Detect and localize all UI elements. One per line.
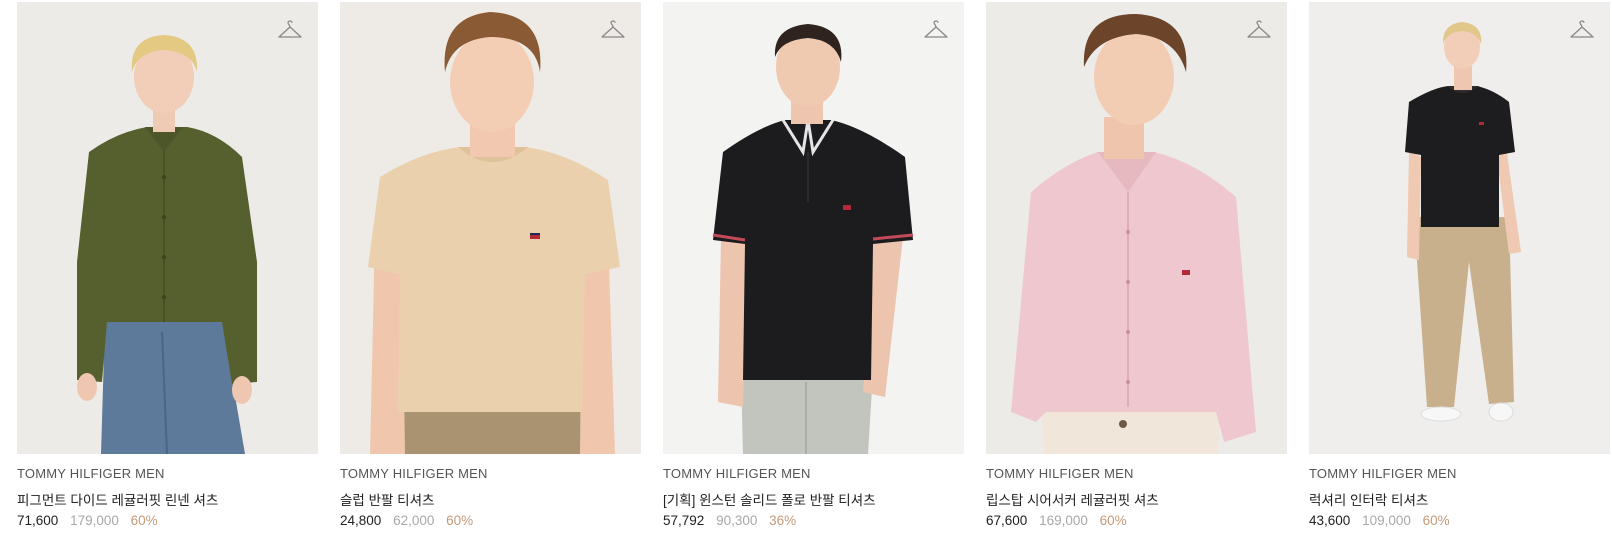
model-illustration <box>712 24 914 454</box>
product-card[interactable]: TOMMY HILFIGER MEN 슬럽 반팔 티셔츠 24,800 62,0… <box>340 0 641 546</box>
product-brand: TOMMY HILFIGER MEN <box>17 466 165 481</box>
product-image[interactable] <box>1309 2 1610 454</box>
price-row: 57,792 90,300 36% <box>663 513 796 528</box>
product-name[interactable]: 립스탑 시어서커 레귤러핏 셔츠 <box>986 489 1159 509</box>
product-name[interactable]: 피그먼트 다이드 레귤러핏 린넨 셔츠 <box>17 489 218 509</box>
product-brand: TOMMY HILFIGER MEN <box>340 466 488 481</box>
price-row: 67,600 169,000 60% <box>986 513 1127 528</box>
hanger-icon[interactable] <box>1569 20 1595 42</box>
sale-price: 71,600 <box>17 513 59 528</box>
price-row: 71,600 179,000 60% <box>17 513 158 528</box>
model-illustration <box>368 12 620 454</box>
original-price: 90,300 <box>716 513 758 528</box>
product-name[interactable]: 럭셔리 인터락 티셔츠 <box>1309 489 1428 509</box>
product-image[interactable] <box>340 2 641 454</box>
product-brand: TOMMY HILFIGER MEN <box>663 466 811 481</box>
hanger-icon[interactable] <box>923 20 949 42</box>
product-name[interactable]: [기획] 윈스턴 솔리드 폴로 반팔 티셔츠 <box>663 489 876 509</box>
sale-price: 67,600 <box>986 513 1028 528</box>
product-card[interactable]: TOMMY HILFIGER MEN 립스탑 시어서커 레귤러핏 셔츠 67,6… <box>986 0 1287 546</box>
original-price: 169,000 <box>1039 513 1088 528</box>
product-brand: TOMMY HILFIGER MEN <box>986 466 1134 481</box>
product-brand: TOMMY HILFIGER MEN <box>1309 466 1457 481</box>
discount-rate: 60% <box>1422 513 1450 528</box>
product-image[interactable] <box>663 2 964 454</box>
discount-rate: 60% <box>446 513 474 528</box>
product-name[interactable]: 슬럽 반팔 티셔츠 <box>340 489 434 509</box>
product-card[interactable]: TOMMY HILFIGER MEN [기획] 윈스턴 솔리드 폴로 반팔 티셔… <box>663 0 964 546</box>
original-price: 109,000 <box>1362 513 1411 528</box>
discount-rate: 60% <box>130 513 158 528</box>
model-illustration <box>1405 22 1521 422</box>
model-illustration <box>1011 14 1256 454</box>
original-price: 62,000 <box>393 513 435 528</box>
hanger-icon[interactable] <box>277 20 303 42</box>
sale-price: 24,800 <box>340 513 382 528</box>
sale-price: 43,600 <box>1309 513 1351 528</box>
product-card[interactable]: TOMMY HILFIGER MEN 럭셔리 인터락 티셔츠 43,600 10… <box>1309 0 1610 546</box>
hanger-icon[interactable] <box>1246 20 1272 42</box>
hanger-icon[interactable] <box>600 20 626 42</box>
model-illustration <box>77 35 257 454</box>
sale-price: 57,792 <box>663 513 705 528</box>
discount-rate: 60% <box>1099 513 1127 528</box>
price-row: 43,600 109,000 60% <box>1309 513 1450 528</box>
product-image[interactable] <box>986 2 1287 454</box>
discount-rate: 36% <box>769 513 797 528</box>
product-card[interactable]: TOMMY HILFIGER MEN 피그먼트 다이드 레귤러핏 린넨 셔츠 7… <box>17 0 318 546</box>
product-grid: TOMMY HILFIGER MEN 피그먼트 다이드 레귤러핏 린넨 셔츠 7… <box>0 0 1612 546</box>
price-row: 24,800 62,000 60% <box>340 513 473 528</box>
product-image[interactable] <box>17 2 318 454</box>
original-price: 179,000 <box>70 513 119 528</box>
